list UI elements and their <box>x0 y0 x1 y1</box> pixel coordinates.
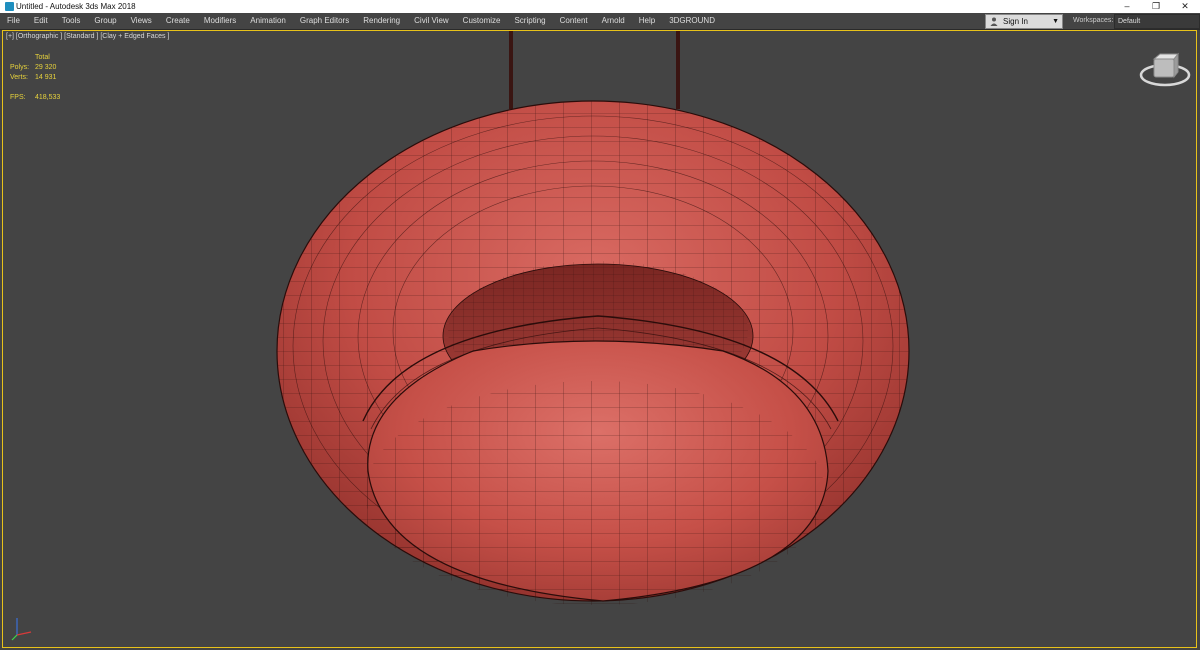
workspaces-label: Workspaces: <box>1073 17 1114 24</box>
menu-graph-editors[interactable]: Graph Editors <box>293 13 356 29</box>
menu-modifiers[interactable]: Modifiers <box>197 13 243 29</box>
viewcube-icon[interactable] <box>1138 51 1192 89</box>
menu-views[interactable]: Views <box>124 13 159 29</box>
torus-scene <box>276 31 910 605</box>
menu-3dground[interactable]: 3DGROUND <box>662 13 722 29</box>
sign-in-dropdown[interactable]: Sign In ▼ <box>985 14 1063 29</box>
torus-mesh <box>276 100 910 605</box>
sign-in-label: Sign In <box>1003 17 1028 26</box>
menu-content[interactable]: Content <box>553 13 595 29</box>
menu-edit[interactable]: Edit <box>27 13 55 29</box>
hanging-rod-left <box>509 31 513 109</box>
workspace-value: Default <box>1118 18 1141 25</box>
menu-bar: File Edit Tools Group Views Create Modif… <box>0 13 1200 30</box>
minimize-button[interactable]: – <box>1113 0 1141 13</box>
fps-label: FPS: <box>10 94 26 101</box>
menu-animation[interactable]: Animation <box>243 13 293 29</box>
menu-create[interactable]: Create <box>159 13 197 29</box>
axis-tripod-icon <box>11 618 32 641</box>
polys-label: Polys: <box>10 64 30 71</box>
3dsmax-app-icon <box>5 2 14 11</box>
menu-group[interactable]: Group <box>87 13 123 29</box>
window-title: Untitled - Autodesk 3ds Max 2018 <box>16 2 136 11</box>
chevron-down-icon: ▼ <box>1052 18 1059 25</box>
verts-label: Verts: <box>10 74 28 81</box>
user-icon <box>990 17 998 26</box>
polys-value: 29 320 <box>35 64 57 71</box>
close-button[interactable]: ✕ <box>1171 0 1199 13</box>
menu-file[interactable]: File <box>0 13 27 29</box>
stats-total-header: Total <box>35 54 50 61</box>
verts-value: 14 931 <box>35 74 57 81</box>
viewport-label[interactable]: [+] [Orthographic ] [Standard ] [Clay + … <box>6 33 169 40</box>
menu-arnold[interactable]: Arnold <box>595 13 632 29</box>
menu-customize[interactable]: Customize <box>456 13 508 29</box>
menu-scripting[interactable]: Scripting <box>507 13 552 29</box>
hanging-rod-right <box>676 31 680 109</box>
menu-tools[interactable]: Tools <box>55 13 88 29</box>
perspective-viewport[interactable]: [+] [Orthographic ] [Standard ] [Clay + … <box>2 30 1197 648</box>
menu-items: File Edit Tools Group Views Create Modif… <box>0 13 722 29</box>
menu-rendering[interactable]: Rendering <box>356 13 407 29</box>
workspace-select[interactable]: Default <box>1114 14 1200 29</box>
menu-help[interactable]: Help <box>632 13 662 29</box>
menu-civil-view[interactable]: Civil View <box>407 13 456 29</box>
title-bar: Untitled - Autodesk 3ds Max 2018 – ❐ ✕ <box>0 0 1200 13</box>
restore-button[interactable]: ❐ <box>1142 0 1170 13</box>
fps-value: 418,533 <box>35 94 61 101</box>
